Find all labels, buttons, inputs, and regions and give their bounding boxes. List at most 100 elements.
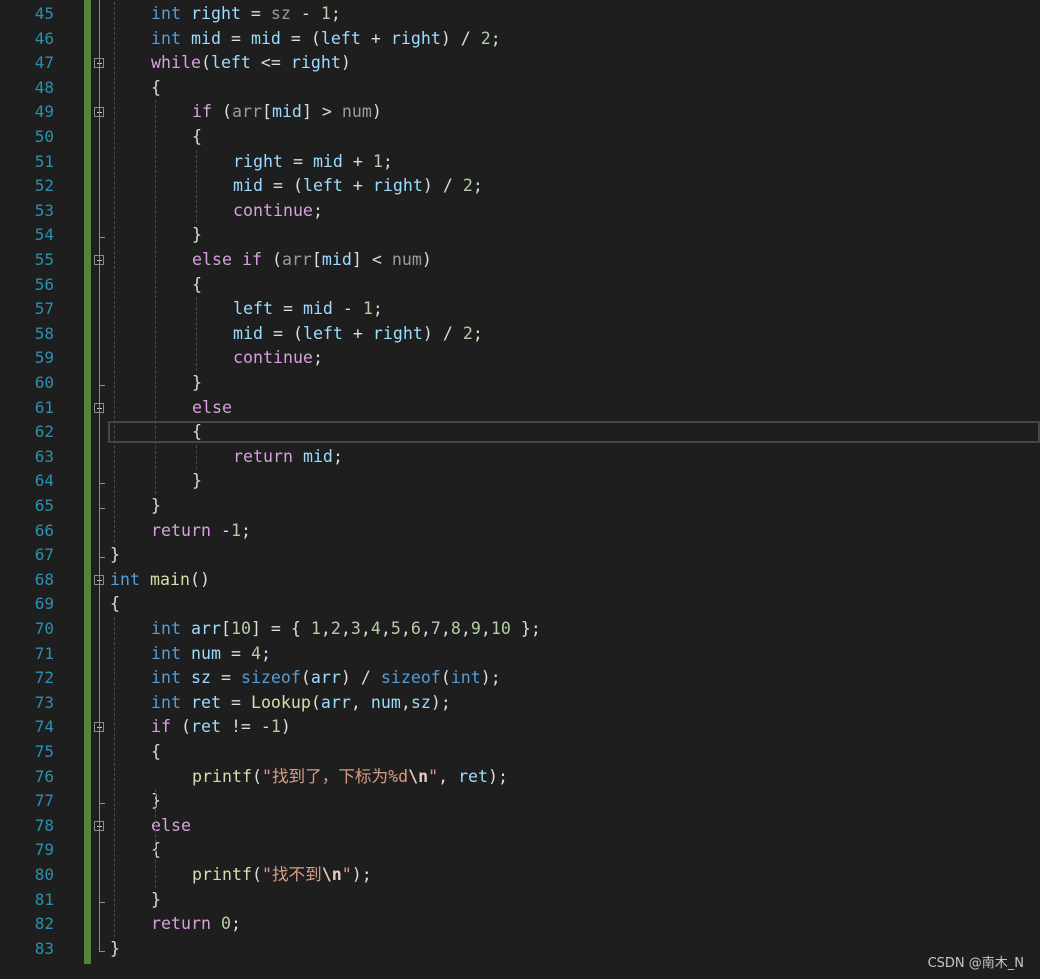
code-line[interactable]: 57 left = mid - 1;	[0, 297, 1040, 322]
code-line[interactable]: 60}	[0, 371, 1040, 396]
code-token: mid	[190, 28, 221, 48]
code-line[interactable]: 53 continue;	[0, 199, 1040, 224]
code-text[interactable]: if (arr[mid] > num)	[192, 100, 382, 125]
code-line[interactable]: 80 printf("找不到\n");	[0, 863, 1040, 888]
code-token: ,	[360, 619, 371, 638]
code-text[interactable]: int num = 4;	[151, 642, 271, 667]
code-line[interactable]: 46 int mid = mid = (left + right) / 2;	[0, 27, 1040, 52]
code-text[interactable]: else	[192, 396, 232, 421]
code-line[interactable]: 45 int right = sz - 1;	[0, 2, 1040, 27]
code-line[interactable]: 69 {	[0, 592, 1040, 617]
code-text[interactable]: continue;	[233, 199, 323, 224]
code-line[interactable]: 72 int sz = sizeof(arr) / sizeof(int);	[0, 666, 1040, 691]
code-text[interactable]: return 0;	[151, 912, 241, 937]
code-token: \n	[321, 865, 342, 884]
line-number: 81	[34, 889, 54, 909]
code-line[interactable]: 62 {	[0, 420, 1040, 445]
code-text[interactable]: return mid;	[233, 445, 343, 470]
code-text[interactable]: right = mid + 1;	[233, 150, 393, 175]
code-text[interactable]: mid = (left + right) / 2;	[233, 322, 483, 347]
line-number: 79	[34, 840, 54, 860]
code-line[interactable]: 54}	[0, 223, 1040, 248]
code-text[interactable]: }	[110, 543, 120, 568]
code-line[interactable]: 47 while(left <= right)	[0, 51, 1040, 76]
code-line[interactable]: 75 {	[0, 740, 1040, 765]
code-text[interactable]: {	[151, 838, 161, 863]
code-text[interactable]: int ret = Lookup(arr, num,sz);	[151, 691, 451, 716]
code-text[interactable]: {	[192, 125, 202, 150]
indent-guide	[155, 100, 156, 494]
code-line[interactable]: 70 int arr[10] = { 1,2,3,4,5,6,7,8,9,10 }…	[0, 617, 1040, 642]
code-text[interactable]: while(left <= right)	[151, 51, 351, 76]
code-line[interactable]: 81}	[0, 888, 1040, 913]
code-token: =	[282, 151, 313, 171]
code-line[interactable]: 59 continue;	[0, 346, 1040, 371]
code-text[interactable]: {	[192, 273, 202, 298]
code-text[interactable]: printf("找到了，下标为%d\n", ret);	[192, 765, 508, 790]
code-token: "	[428, 766, 439, 786]
code-line[interactable]: 49 if (arr[mid] > num)	[0, 100, 1040, 125]
code-text[interactable]: return -1;	[151, 519, 251, 544]
code-token: =	[210, 668, 241, 688]
code-token: sz	[410, 692, 431, 712]
code-line[interactable]: 71 int num = 4;	[0, 642, 1040, 667]
code-text[interactable]: }	[151, 888, 161, 913]
code-line[interactable]: 73 int ret = Lookup(arr, num,sz);	[0, 691, 1040, 716]
code-text[interactable]: {	[192, 420, 202, 445]
code-line[interactable]: 55 else if (arr[mid] < num)	[0, 248, 1040, 273]
code-text[interactable]: int right = sz - 1;	[151, 2, 341, 27]
code-text[interactable]: else if (arr[mid] < num)	[192, 248, 432, 273]
code-text[interactable]: }	[151, 789, 161, 814]
code-editor[interactable]: 45 int right = sz - 1; 46 int mid = mid = (…	[0, 0, 1040, 979]
code-line[interactable]: 74 if (ret != -1)	[0, 715, 1040, 740]
code-line[interactable]: 61 else	[0, 396, 1040, 421]
code-line[interactable]: 52 mid = (left + right) / 2;	[0, 174, 1040, 199]
code-line[interactable]: 68 int main()	[0, 568, 1040, 593]
code-token: ,	[438, 766, 459, 786]
code-text[interactable]: }	[192, 223, 202, 248]
code-line[interactable]: 48 {	[0, 76, 1040, 101]
code-line[interactable]: 76 printf("找到了，下标为%d\n", ret);	[0, 765, 1040, 790]
code-line[interactable]: 82 return 0;	[0, 912, 1040, 937]
code-text[interactable]: {	[151, 740, 161, 765]
code-token: ,	[400, 619, 411, 638]
code-text[interactable]: mid = (left + right) / 2;	[233, 174, 483, 199]
code-text[interactable]: }	[192, 371, 202, 396]
code-text[interactable]: continue;	[233, 346, 323, 371]
code-text[interactable]: int mid = mid = (left + right) / 2;	[151, 27, 501, 52]
code-line[interactable]: 50 {	[0, 125, 1040, 150]
code-text[interactable]: int main()	[110, 568, 210, 593]
code-token: );	[351, 865, 372, 884]
code-text[interactable]: int sz = sizeof(arr) / sizeof(int);	[151, 666, 501, 691]
code-token: ;	[472, 323, 483, 343]
code-line[interactable]: 56 {	[0, 273, 1040, 298]
code-token: 1	[320, 4, 331, 23]
code-line[interactable]: 67}	[0, 543, 1040, 568]
code-text[interactable]: {	[110, 592, 120, 617]
code-line[interactable]: 66 return -1;	[0, 519, 1040, 544]
code-line[interactable]: 83}	[0, 937, 1040, 962]
code-line[interactable]: 58 mid = (left + right) / 2;	[0, 322, 1040, 347]
code-text[interactable]: else	[151, 814, 191, 839]
code-token: = (	[262, 323, 303, 343]
code-line[interactable]: 78 else	[0, 814, 1040, 839]
code-line[interactable]: 77}	[0, 789, 1040, 814]
line-number: 48	[34, 77, 54, 97]
code-text[interactable]: }	[192, 469, 202, 494]
code-line[interactable]: 64}	[0, 469, 1040, 494]
code-line[interactable]: 63 return mid;	[0, 445, 1040, 470]
code-token: right	[233, 151, 283, 171]
code-text[interactable]: }	[110, 937, 120, 962]
code-text[interactable]: {	[151, 76, 161, 101]
code-text[interactable]: if (ret != -1)	[151, 715, 291, 740]
code-token: ,	[440, 619, 451, 638]
code-text[interactable]: }	[151, 494, 161, 519]
code-line[interactable]: 79 {	[0, 838, 1040, 863]
code-token: return	[151, 520, 211, 540]
code-line[interactable]: 51 right = mid + 1;	[0, 150, 1040, 175]
code-line[interactable]: 65}	[0, 494, 1040, 519]
code-text[interactable]: int arr[10] = { 1,2,3,4,5,6,7,8,9,10 };	[151, 617, 541, 642]
code-text[interactable]: left = mid - 1;	[233, 297, 383, 322]
code-text[interactable]: printf("找不到\n");	[192, 863, 372, 888]
